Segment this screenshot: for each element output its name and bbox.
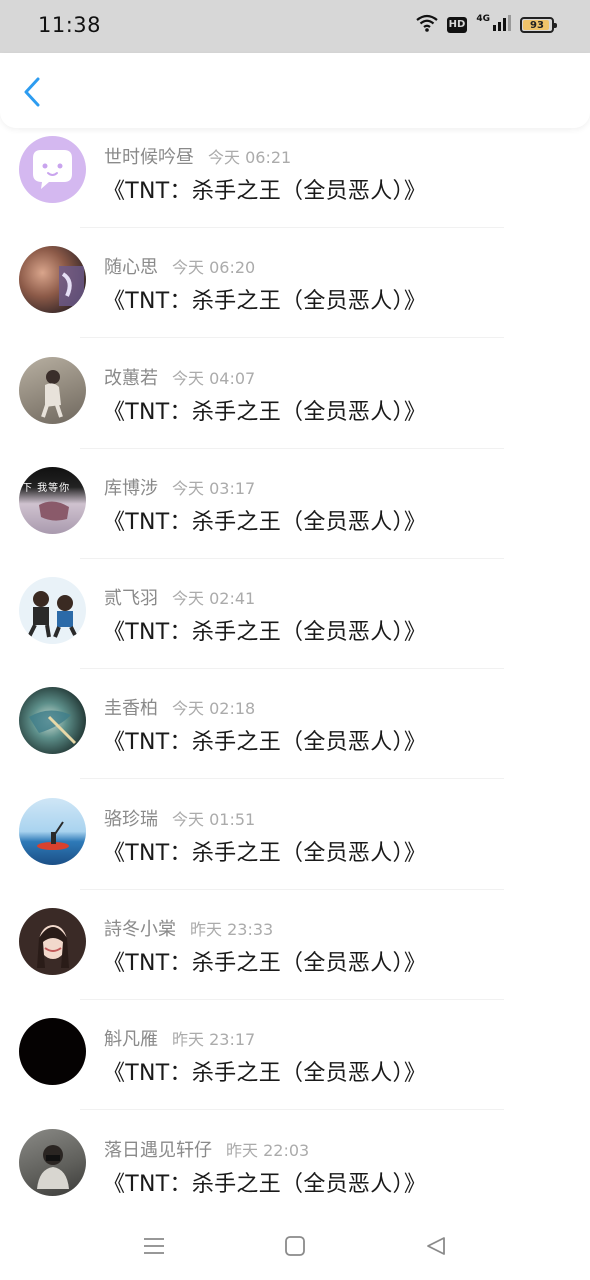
list-item[interactable]: 骆珍瑞 今天 01:51 《TNT：杀手之王（全员恶人）》 [0,790,590,900]
avatar-text: 下 我等你 [22,482,71,494]
divider [80,227,504,228]
header [0,53,590,128]
avatar[interactable] [19,577,86,645]
comment-list[interactable]: 世时候吟昼 今天 06:21 《TNT：杀手之王（全员恶人）》 随心思 今天 06:… [0,128,590,1212]
comment-author[interactable]: 圭香柏 今天 02:18 [104,694,255,720]
comment-author[interactable]: 随心思 今天 06:20 [104,253,255,279]
avatar[interactable] [19,797,86,865]
author-name[interactable]: 世时候吟昼 [104,147,194,168]
comment-text[interactable]: 《TNT：杀手之王（全员恶人）》 [103,945,426,977]
list-item[interactable]: 随心思 今天 06:20 《TNT：杀手之王（全员恶人）》 [0,238,590,348]
comment-author[interactable]: 贰飞羽 今天 02:41 [104,584,255,610]
comment-time: 今天 01:51 [172,809,256,829]
avatar[interactable] [19,687,86,755]
comment-author[interactable]: 改蕙若 今天 04:07 [104,364,255,390]
avatar[interactable]: 下 我等你 [19,466,86,534]
home-button[interactable] [281,1232,309,1260]
status-time: 11:38 [38,13,102,37]
avatar[interactable] [19,1018,86,1086]
comment-text[interactable]: 《TNT：杀手之王（全员恶人）》 [103,504,426,536]
avatar[interactable] [19,1128,86,1196]
author-name[interactable]: 贰飞羽 [104,588,158,609]
back-button[interactable] [18,77,46,107]
comment-time: 昨天 22:03 [226,1140,310,1160]
battery-level: 93 [530,19,544,31]
comment-text[interactable]: 《TNT：杀手之王（全员恶人）》 [103,1055,426,1087]
battery-icon: 93 [520,17,557,33]
list-item[interactable]: 贰飞羽 今天 02:41 《TNT：杀手之王（全员恶人）》 [0,569,590,679]
comment-author[interactable]: 库博涉 今天 03:17 [104,474,255,500]
comment-time: 昨天 23:33 [190,920,274,940]
comment-text[interactable]: 《TNT：杀手之王（全员恶人）》 [103,724,426,756]
author-name[interactable]: 落日遇见轩仔 [104,1140,212,1161]
comment-text[interactable]: 《TNT：杀手之王（全员恶人）》 [103,1166,426,1198]
author-name[interactable]: 随心思 [104,257,158,278]
menu-icon [144,1238,164,1254]
comment-author[interactable]: 斛凡雁 昨天 23:17 [104,1025,255,1051]
divider [80,778,504,780]
author-name[interactable]: 改蕙若 [104,368,158,389]
hd-badge: HD [446,17,468,33]
avatar[interactable] [19,136,86,203]
author-name[interactable]: 斛凡雁 [104,1029,158,1050]
avatar[interactable] [19,908,86,976]
comment-time: 今天 06:21 [208,148,292,167]
comment-time: 今天 02:41 [172,589,256,609]
system-back-button[interactable] [422,1232,450,1260]
comment-time: 昨天 23:17 [172,1030,256,1050]
comment-text[interactable]: 《TNT：杀手之王（全员恶人）》 [103,614,426,646]
list-item[interactable]: 落日遇见轩仔 昨天 22:03 《TNT：杀手之王（全员恶人）》 [0,1121,590,1212]
divider [80,999,504,1001]
comment-text[interactable]: 《TNT：杀手之王（全员恶人）》 [103,394,426,426]
divider [80,447,504,449]
avatar[interactable] [19,356,86,424]
author-name[interactable]: 库博涉 [104,478,158,499]
list-item[interactable]: 改蕙若 今天 04:07 《TNT：杀手之王（全员恶人）》 [0,349,590,459]
divider [80,888,504,890]
author-name[interactable]: 詩冬小棠 [104,919,176,940]
menu-button[interactable] [140,1232,168,1260]
comment-time: 今天 03:17 [172,478,256,498]
comment-text[interactable]: 《TNT：杀手之王（全员恶人）》 [103,835,426,867]
network-type-label: 4G [476,14,490,24]
list-item[interactable]: 詩冬小棠 昨天 23:33 《TNT：杀手之王（全员恶人）》 [0,900,590,1010]
divider [80,337,504,339]
chevron-left-icon [24,77,40,107]
list-item[interactable]: 世时候吟昼 今天 06:21 《TNT：杀手之王（全员恶人）》 [0,128,590,238]
comment-author[interactable]: 落日遇见轩仔 昨天 22:03 [104,1136,309,1162]
home-square-icon [285,1236,305,1256]
author-name[interactable]: 骆珍瑞 [104,809,158,830]
author-name[interactable]: 圭香柏 [104,698,158,719]
avatar[interactable] [19,246,86,314]
comment-time: 今天 06:20 [172,258,256,278]
list-item[interactable]: 下 我等你 库博涉 今天 03:17 《TNT：杀手之王（全员恶人）》 [0,459,590,569]
status-bar: 11:38 HD 4G 93 [0,0,590,53]
comment-time: 今天 04:07 [172,368,256,388]
list-item[interactable]: 斛凡雁 昨天 23:17 《TNT：杀手之王（全员恶人）》 [0,1010,590,1120]
signal-icon [493,15,511,35]
comment-text[interactable]: 《TNT：杀手之王（全员恶人）》 [103,283,426,315]
comment-author[interactable]: 骆珍瑞 今天 01:51 [104,805,255,831]
wifi-icon [415,14,438,36]
system-nav-bar [0,1212,590,1280]
comment-author[interactable]: 詩冬小棠 昨天 23:33 [104,915,273,941]
divider [80,668,504,670]
divider [80,1109,504,1111]
status-icons: HD 4G 93 [415,14,557,36]
divider [80,557,504,559]
back-triangle-icon [427,1237,445,1255]
comment-author[interactable]: 世时候吟昼 今天 06:21 [104,143,291,169]
comment-text[interactable]: 《TNT：杀手之王（全员恶人）》 [103,173,426,205]
list-item[interactable]: 圭香柏 今天 02:18 《TNT：杀手之王（全员恶人）》 [0,679,590,789]
comment-time: 今天 02:18 [172,699,256,719]
